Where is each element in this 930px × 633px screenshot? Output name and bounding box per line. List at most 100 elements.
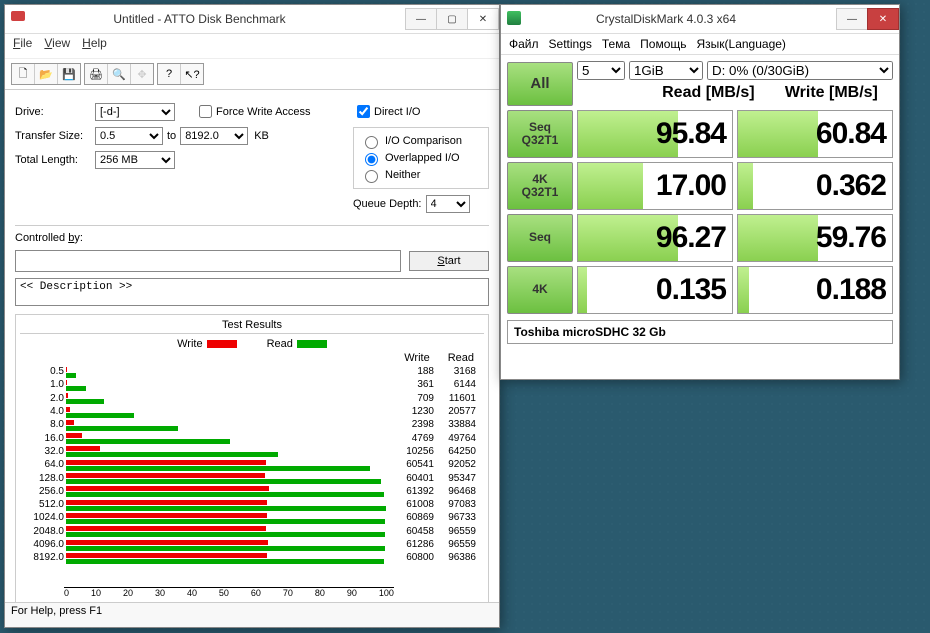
read-value-2: 96.27	[577, 214, 733, 262]
read-legend: Read	[267, 338, 327, 350]
read-column-header: Read	[448, 352, 474, 364]
io-comparison-label: I/O Comparison	[385, 135, 462, 147]
chart-category: 128.0	[26, 473, 66, 484]
cdm-titlebar[interactable]: CrystalDiskMark 4.0.3 x64 — ✕	[501, 5, 899, 34]
controlled-by-input[interactable]	[15, 250, 401, 272]
toolbar-save-icon[interactable]: 💾	[58, 64, 80, 84]
drive-select[interactable]: [-d-]	[95, 103, 175, 121]
queue-depth-select[interactable]: 4	[426, 195, 470, 213]
x-tick: 30	[155, 588, 165, 602]
direct-io-checkbox[interactable]	[357, 105, 370, 118]
chart-row: 512.06100897083	[26, 498, 478, 511]
write-bar	[66, 433, 82, 438]
cdm-minimize-button[interactable]: —	[836, 8, 868, 30]
atto-titlebar[interactable]: Untitled - ATTO Disk Benchmark — ▢ ✕	[5, 5, 499, 34]
total-length-label: Total Length:	[15, 154, 95, 166]
results-chart: Write Read 0.518831681.036161442.0709116…	[20, 352, 484, 622]
read-bar	[66, 386, 86, 391]
ts-to-select[interactable]: 8192.0	[180, 127, 248, 145]
toolbar-preview-icon[interactable]: 🔍	[108, 64, 131, 84]
write-bar	[66, 393, 68, 398]
description-input[interactable]: << Description >>	[15, 278, 489, 306]
read-value-3: 0.135	[577, 266, 733, 314]
toolbar-new-icon[interactable]: 🗋	[12, 64, 35, 84]
test-button-3[interactable]: 4K	[507, 266, 573, 314]
chart-row: 64.06054192052	[26, 458, 478, 471]
read-value: 95347	[434, 473, 476, 484]
x-tick: 60	[251, 588, 261, 602]
transfer-size-label: Transfer Size:	[15, 130, 95, 142]
write-value-2: 59.76	[737, 214, 893, 262]
x-tick: 10	[91, 588, 101, 602]
read-bar	[66, 426, 178, 431]
read-value: 64250	[434, 446, 476, 457]
read-value: 11601	[434, 393, 476, 404]
cdm-menu-theme[interactable]: Тема	[602, 37, 630, 51]
write-bar	[66, 407, 70, 412]
menu-view[interactable]: View	[44, 36, 70, 56]
x-tick: 80	[315, 588, 325, 602]
read-bar	[66, 532, 385, 537]
force-write-label: Force Write Access	[216, 106, 311, 118]
read-bar	[66, 492, 384, 497]
chart-row: 8192.06080096386	[26, 551, 478, 564]
toolbar-help-icon[interactable]: ?	[158, 64, 181, 84]
write-value: 60458	[392, 526, 434, 537]
chart-row: 32.01025664250	[26, 445, 478, 458]
write-bar	[66, 420, 74, 425]
test-button-2[interactable]: Seq	[507, 214, 573, 262]
start-button[interactable]: Start	[409, 251, 489, 271]
write-value-1: 0.362	[737, 162, 893, 210]
cdm-menu-language[interactable]: Язык(Language)	[697, 37, 786, 51]
x-tick: 20	[123, 588, 133, 602]
chart-category: 16.0	[26, 433, 66, 444]
drive-select-cdm[interactable]: D: 0% (0/30GiB)	[707, 61, 893, 80]
write-value: 709	[392, 393, 434, 404]
write-legend: Write	[177, 338, 236, 350]
test-count-select[interactable]: 5	[577, 61, 625, 80]
read-value: 96733	[434, 512, 476, 523]
read-bar	[66, 519, 385, 524]
neither-radio[interactable]	[365, 170, 378, 183]
queue-depth-label: Queue Depth:	[353, 198, 422, 210]
cdm-menu-settings[interactable]: Settings	[549, 37, 592, 51]
force-write-checkbox[interactable]	[199, 105, 212, 118]
close-button[interactable]: ✕	[467, 8, 499, 30]
total-length-select[interactable]: 256 MB	[95, 151, 175, 169]
drive-label: Drive:	[15, 106, 95, 118]
toolbar-print-icon[interactable]: 🖨	[85, 64, 108, 84]
overlapped-io-radio[interactable]	[365, 153, 378, 166]
write-bar	[66, 367, 67, 372]
chart-row: 128.0 6040195347	[26, 471, 478, 484]
menu-help[interactable]: Help	[82, 36, 107, 56]
chart-category: 1.0	[26, 379, 66, 390]
cdm-close-button[interactable]: ✕	[867, 8, 899, 30]
test-button-0[interactable]: SeqQ32T1	[507, 110, 573, 158]
read-bar	[66, 466, 370, 471]
cdm-window: CrystalDiskMark 4.0.3 x64 — ✕ Файл Setti…	[500, 4, 900, 380]
menu-file[interactable]: File	[13, 36, 32, 56]
read-value: 96559	[434, 539, 476, 550]
minimize-button[interactable]: —	[405, 8, 437, 30]
read-value-1: 17.00	[577, 162, 733, 210]
all-button[interactable]: All	[507, 62, 573, 106]
cdm-menu-file[interactable]: Файл	[509, 37, 539, 51]
ts-from-select[interactable]: 0.5	[95, 127, 163, 145]
io-comparison-radio[interactable]	[365, 136, 378, 149]
cdm-app-icon	[507, 11, 523, 27]
controlled-by-label: Controlled by:	[15, 232, 83, 244]
toolbar-whatsthis-icon[interactable]: ↖?	[181, 64, 203, 84]
test-size-select[interactable]: 1GiB	[629, 61, 703, 80]
toolbar-open-icon[interactable]: 📂	[35, 64, 58, 84]
cdm-menu-help[interactable]: Помощь	[640, 37, 686, 51]
chart-row: 4096.06128696559	[26, 538, 478, 551]
read-value: 3168	[434, 366, 476, 377]
write-value: 60401	[392, 473, 434, 484]
chart-row: 0.51883168	[26, 365, 478, 378]
toolbar-move-icon[interactable]: ✥	[131, 64, 153, 84]
maximize-button[interactable]: ▢	[436, 8, 468, 30]
write-value: 10256	[392, 446, 434, 457]
write-value: 61008	[392, 499, 434, 510]
test-button-1[interactable]: 4KQ32T1	[507, 162, 573, 210]
atto-menubar: File View Help	[5, 34, 499, 59]
